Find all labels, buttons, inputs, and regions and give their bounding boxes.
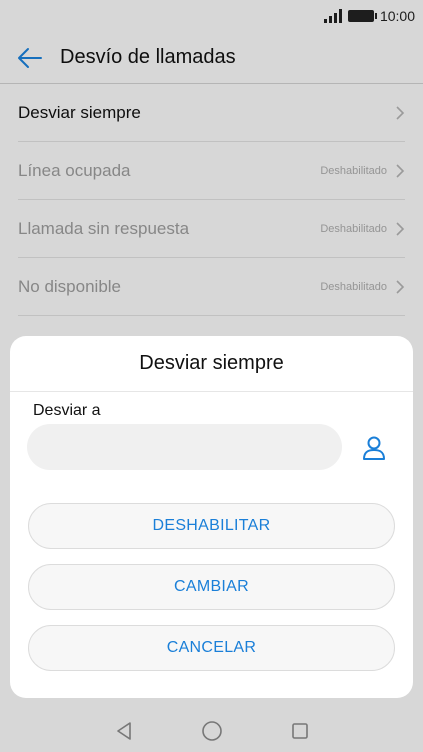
forward-to-label: Desviar a — [33, 402, 101, 419]
cancel-button[interactable]: CANCELAR — [28, 625, 395, 671]
contact-person-icon[interactable] — [360, 434, 388, 462]
change-button[interactable]: CAMBIAR — [28, 564, 395, 610]
disable-button[interactable]: DESHABILITAR — [28, 503, 395, 549]
forward-dialog: Desviar siempre Desviar a DESHABILITAR C… — [10, 336, 413, 698]
forward-number-input[interactable] — [27, 424, 342, 470]
dialog-title: Desviar siempre — [10, 336, 413, 392]
